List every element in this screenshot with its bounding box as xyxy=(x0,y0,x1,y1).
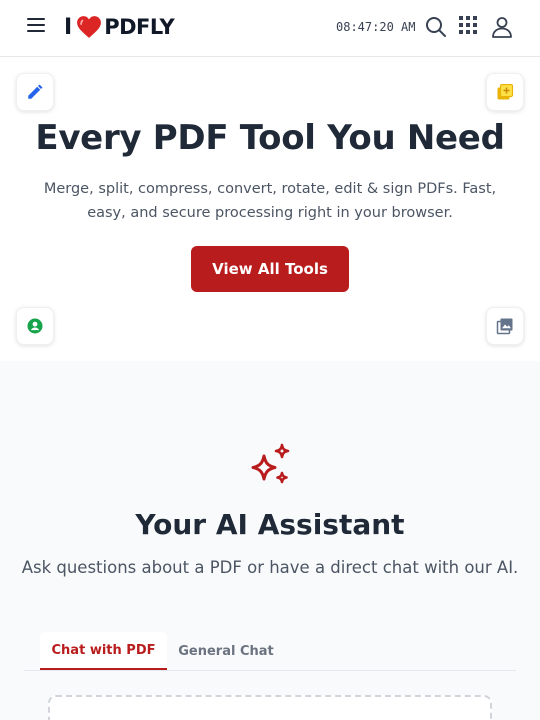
hero-subtitle: Merge, split, compress, convert, rotate,… xyxy=(43,181,497,221)
tab-chat-with-pdf[interactable]: Chat with PDF xyxy=(40,632,167,670)
logo-prefix: I xyxy=(64,14,73,40)
sparkles-icon xyxy=(251,443,290,484)
user-icon[interactable] xyxy=(489,14,515,40)
logo-word: PDFLY xyxy=(104,15,175,39)
pdf-upload-dropzone[interactable] xyxy=(48,695,492,720)
hero-title: Every PDF Tool You Need xyxy=(35,118,505,158)
user-circle-icon[interactable] xyxy=(16,307,54,345)
ai-section-subtitle: Ask questions about a PDF or have a dire… xyxy=(21,558,519,577)
clock: 08:47:20 AM xyxy=(336,20,416,34)
top-header: I PDFLY 08:47:20 AM xyxy=(0,0,540,57)
grid-apps-icon[interactable] xyxy=(455,12,481,38)
image-add-icon[interactable] xyxy=(486,73,524,111)
ai-section-title: Your AI Assistant xyxy=(135,508,405,541)
tab-general-chat[interactable]: General Chat xyxy=(171,632,281,670)
hamburger-menu-icon[interactable] xyxy=(22,12,50,38)
heart-icon xyxy=(77,16,102,38)
photo-library-icon[interactable] xyxy=(486,307,524,345)
ai-chat-tabs: Chat with PDF General Chat xyxy=(24,632,516,671)
pencil-icon[interactable] xyxy=(16,73,54,111)
search-icon[interactable] xyxy=(423,14,449,40)
view-all-tools-button[interactable]: View All Tools xyxy=(191,246,349,292)
logo[interactable]: I PDFLY xyxy=(64,13,175,41)
